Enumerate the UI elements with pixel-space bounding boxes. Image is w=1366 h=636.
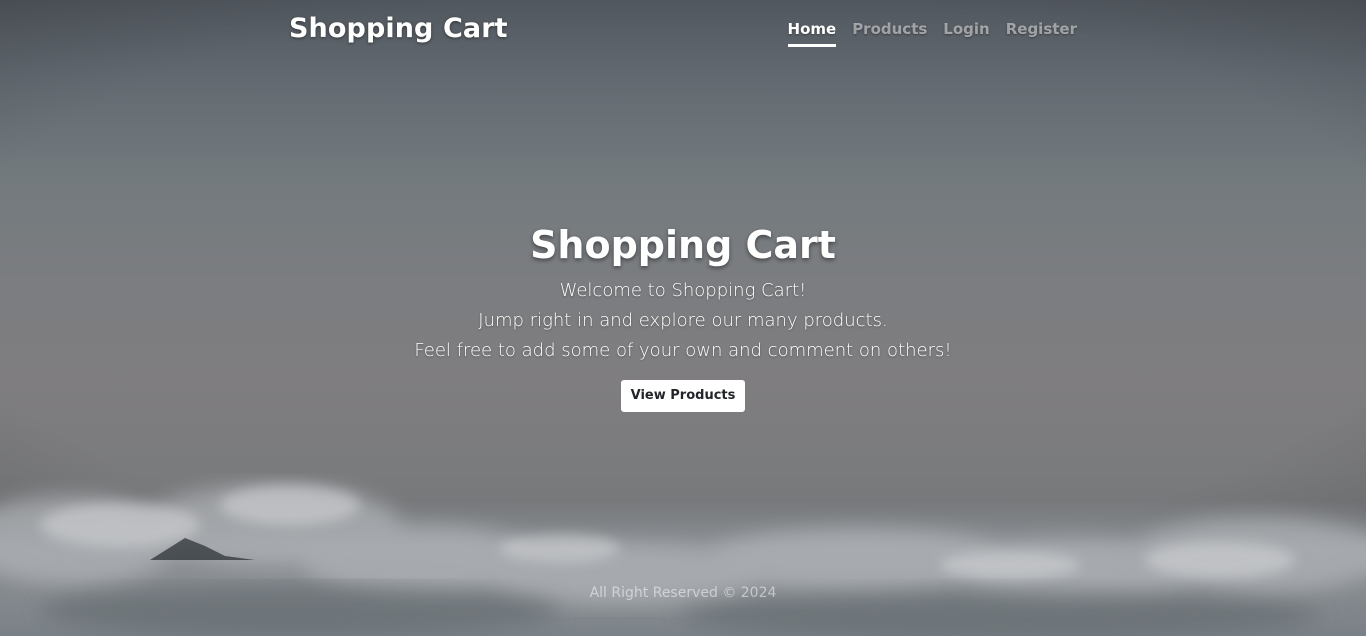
site-header: Shopping Cart Home Products Login Regist… bbox=[0, 0, 1366, 64]
nav-home-link[interactable]: Home bbox=[787, 20, 836, 47]
brand-logo-link[interactable]: Shopping Cart bbox=[289, 13, 508, 44]
hero-explore-text: Jump right in and explore our many produ… bbox=[478, 310, 888, 331]
hero-welcome-text: Welcome to Shopping Cart! bbox=[559, 280, 807, 301]
footer-copyright: All Right Reserved © 2024 bbox=[589, 585, 777, 601]
hero-contribute-text: Feel free to add some of your own and co… bbox=[414, 340, 952, 361]
hero-section: Shopping Cart Welcome to Shopping Cart! … bbox=[0, 222, 1366, 412]
nav-register-link[interactable]: Register bbox=[1006, 20, 1077, 47]
main-nav: Home Products Login Register bbox=[787, 20, 1077, 47]
nav-login-link[interactable]: Login bbox=[943, 20, 989, 47]
view-products-button[interactable]: View Products bbox=[620, 380, 746, 412]
hero-title: Shopping Cart bbox=[530, 223, 836, 267]
nav-products-link[interactable]: Products bbox=[852, 20, 927, 47]
